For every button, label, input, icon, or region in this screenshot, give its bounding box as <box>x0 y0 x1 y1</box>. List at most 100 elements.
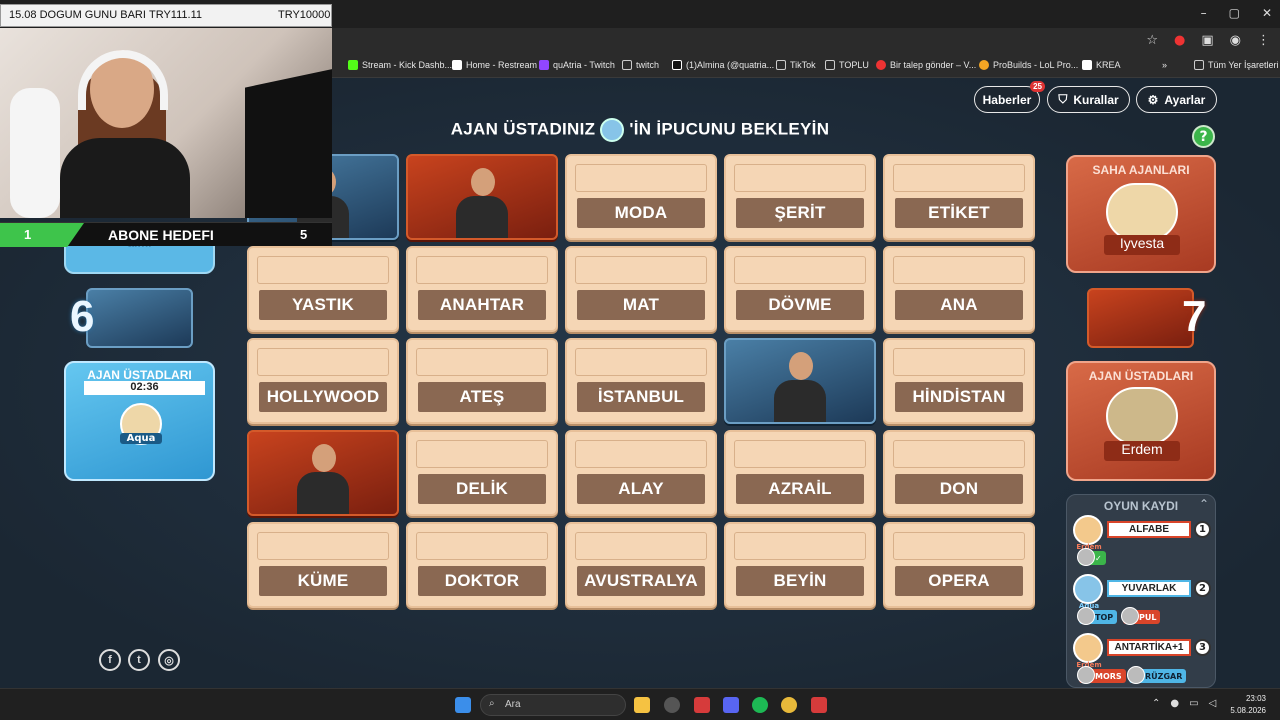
news-button[interactable]: Haberler 25 <box>974 81 1045 113</box>
folder-icon <box>622 60 632 70</box>
extension-icon[interactable]: ● <box>1174 33 1185 48</box>
card-top-panel <box>257 532 389 560</box>
card-top-panel <box>416 348 548 376</box>
card-top-panel <box>257 256 389 284</box>
word-card[interactable]: MODA <box>565 154 717 240</box>
red-agent-card <box>1087 288 1194 348</box>
word-card[interactable]: AZRAİL <box>724 430 876 516</box>
bookmark-twitch-channel[interactable]: quAtria - Twitch <box>539 60 615 70</box>
rules-button[interactable]: ⛉ Kurallar <box>1047 86 1130 113</box>
bookmark-support[interactable]: Bir talep gönder – V... <box>876 60 976 70</box>
card-word: İSTANBUL <box>577 382 705 412</box>
search-icon: ⌕ <box>489 698 495 709</box>
agent-figure <box>772 348 828 422</box>
agent-figure <box>454 164 510 238</box>
word-card[interactable]: ŞERİT <box>724 154 876 240</box>
settings-button[interactable]: ⚙ Ayarlar <box>1136 86 1217 113</box>
bookmark-all-folder[interactable]: Tüm Yer İşaretleri <box>1194 60 1279 70</box>
bookmark-kick[interactable]: Stream - Kick Dashb... <box>348 60 452 70</box>
volume-icon[interactable]: ◁ <box>1209 698 1217 709</box>
bookmark-toplu-folder[interactable]: TOPLU <box>825 60 869 70</box>
word-card[interactable]: HİNDİSTAN <box>883 338 1035 424</box>
word-card[interactable]: OPERA <box>883 522 1035 608</box>
puzzle-icon[interactable]: ▣ <box>1201 33 1213 48</box>
word-card[interactable]: DELİK <box>406 430 558 516</box>
spymaster-avatar <box>600 118 625 142</box>
menu-icon[interactable]: ⋮ <box>1257 33 1270 48</box>
app-red-icon[interactable] <box>811 697 827 713</box>
word-card[interactable]: DOKTOR <box>406 522 558 608</box>
red-operatives-panel: SAHA AJANLARI Iyvesta <box>1066 155 1216 273</box>
card-top-panel <box>893 348 1025 376</box>
twitter-icon[interactable]: t <box>128 649 150 671</box>
profile-icon[interactable]: ◉ <box>1230 33 1241 48</box>
card-top-panel <box>734 256 866 284</box>
guess-avatar <box>1121 607 1139 625</box>
file-explorer-icon[interactable] <box>634 697 650 713</box>
kick-icon <box>348 60 358 70</box>
bookmark-krea[interactable]: KREA <box>1082 60 1121 70</box>
microphone-icon[interactable]: ● <box>1170 698 1179 709</box>
game-log-panel[interactable]: OYUN KAYDI ⌃ Erdem ALFABE 1 ✓ Aqua YUVAR… <box>1066 494 1216 688</box>
word-card[interactable]: DÖVME <box>724 246 876 332</box>
discord-icon[interactable] <box>723 697 739 713</box>
maximize-icon[interactable]: ▢ <box>1229 6 1240 20</box>
help-button[interactable]: ? <box>1192 125 1215 148</box>
instagram-icon[interactable]: ◎ <box>158 649 180 671</box>
card-word: HİNDİSTAN <box>895 382 1023 412</box>
spotify-icon[interactable] <box>752 697 768 713</box>
word-card[interactable]: AVUSTRALYA <box>565 522 717 608</box>
network-icon[interactable]: ▭ <box>1189 698 1198 709</box>
close-icon[interactable]: ✕ <box>1262 6 1272 20</box>
word-card[interactable]: MAT <box>565 246 717 332</box>
word-card[interactable]: ANAHTAR <box>406 246 558 332</box>
word-card[interactable]: ATEŞ <box>406 338 558 424</box>
card-top-panel <box>416 256 548 284</box>
webcam-overlay <box>0 28 332 218</box>
word-card[interactable]: YASTIK <box>247 246 399 332</box>
card-word: BEYİN <box>736 566 864 596</box>
bookmark-probuilds[interactable]: ProBuilds - LoL Pro... <box>979 60 1078 70</box>
word-card[interactable]: BEYİN <box>724 522 876 608</box>
minimize-icon[interactable]: – <box>1201 6 1207 20</box>
card-word: ANAHTAR <box>418 290 546 320</box>
headset <box>78 50 168 110</box>
guess-avatar <box>1077 548 1095 566</box>
bookmark-restream[interactable]: Home - Restream <box>452 60 537 70</box>
card-word: AVUSTRALYA <box>577 566 705 596</box>
card-word: ŞERİT <box>736 198 864 228</box>
card-word: DELİK <box>418 474 546 504</box>
guess-avatar <box>1077 666 1095 684</box>
bookmarks-overflow[interactable]: » <box>1162 60 1167 70</box>
card-word: OPERA <box>895 566 1023 596</box>
card-word: AZRAİL <box>736 474 864 504</box>
chevron-up-icon[interactable]: ⌃ <box>1199 497 1209 511</box>
donation-goal-bar: 15.08 DOGUM GUNU BARI TRY111.11 TRY10000 <box>0 4 332 27</box>
chevron-up-icon[interactable]: ⌃ <box>1152 698 1160 709</box>
log-guess: PUL <box>1121 607 1161 625</box>
app-red-icon[interactable] <box>694 697 710 713</box>
word-card[interactable]: KÜME <box>247 522 399 608</box>
word-card[interactable]: İSTANBUL <box>565 338 717 424</box>
bookmark-tiktok-folder[interactable]: TikTok <box>776 60 816 70</box>
bookmark-twitch-folder[interactable]: twitch <box>622 60 659 70</box>
settings-app-icon[interactable] <box>664 697 680 713</box>
word-card[interactable]: ETİKET <box>883 154 1035 240</box>
chrome-icon[interactable] <box>781 697 797 713</box>
red-agent-card[interactable] <box>406 154 558 240</box>
taskbar-search[interactable]: ⌕ Ara <box>480 694 626 716</box>
word-card[interactable]: DON <box>883 430 1035 516</box>
bookmark-tiktok-profile[interactable]: (1)Almina (@quatria... <box>672 60 774 70</box>
game-status-title: AJAN ÜSTADINIZ 'İN İPUCUNU BEKLEYİN <box>340 118 940 142</box>
star-icon[interactable]: ☆ <box>1146 33 1158 48</box>
word-card[interactable]: ANA <box>883 246 1035 332</box>
windows-start-icon[interactable] <box>455 697 471 713</box>
word-card[interactable]: HOLLYWOOD <box>247 338 399 424</box>
word-card[interactable]: ALAY <box>565 430 717 516</box>
facebook-icon[interactable]: f <box>99 649 121 671</box>
taskbar-clock[interactable]: 23:03 5.08.2026 <box>1230 693 1266 717</box>
chevron-right-icon: » <box>1162 60 1168 70</box>
red-agent-card[interactable] <box>247 430 399 516</box>
blue-agent-card[interactable] <box>724 338 876 424</box>
log-player-avatar <box>1073 633 1103 663</box>
